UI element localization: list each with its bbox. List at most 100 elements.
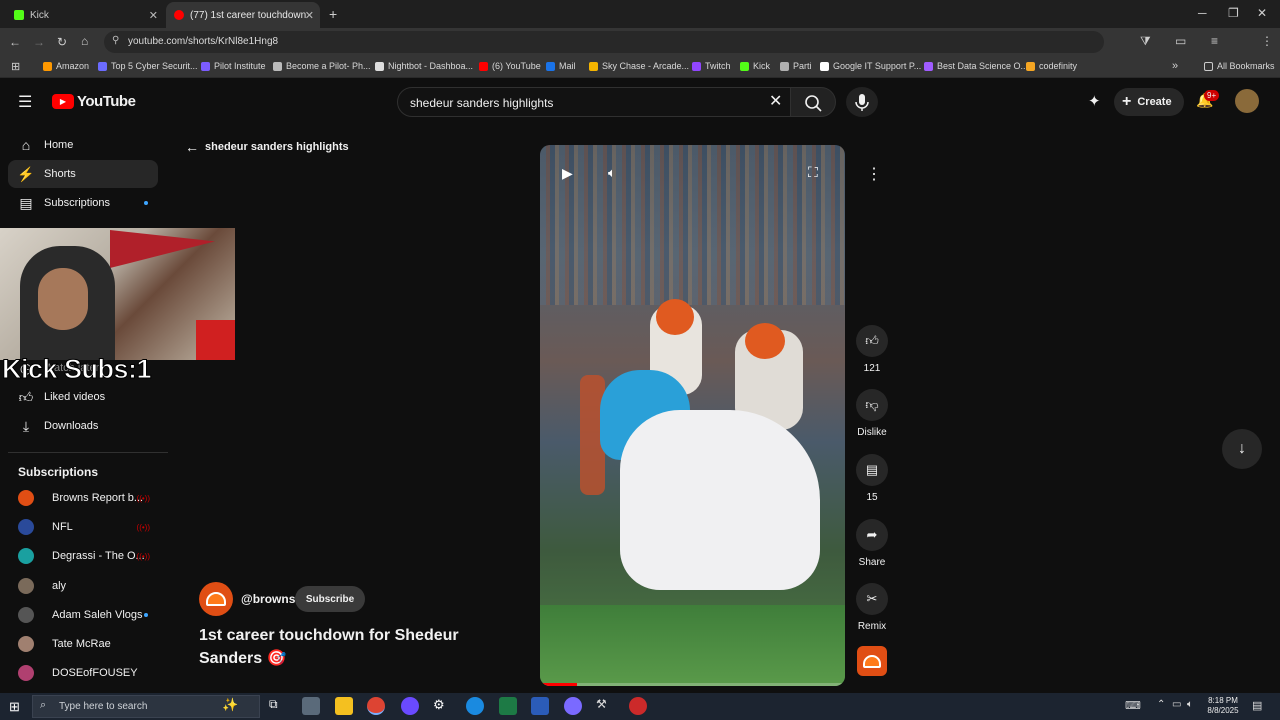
share-button[interactable]: ➦ Share: [856, 519, 888, 568]
notifications-center-icon[interactable]: ▤: [1252, 699, 1262, 712]
progress-track[interactable]: [540, 683, 845, 686]
back-icon[interactable]: ←: [9, 35, 21, 49]
task-view-icon[interactable]: ⧉: [269, 697, 287, 715]
bookmark-item[interactable]: Amazon: [43, 61, 89, 71]
hamburger-menu-icon[interactable]: ☰: [18, 92, 32, 112]
bookmark-item[interactable]: Twitch: [692, 61, 731, 71]
sidebar-item-liked-videos[interactable]: 👍︎ Liked videos: [8, 383, 158, 411]
tab-youtube[interactable]: (77) 1st career touchdown for S ✕: [166, 2, 320, 28]
forward-icon[interactable]: →: [33, 35, 45, 49]
volume-icon[interactable]: 🔈︎: [608, 165, 616, 181]
sidebar-item-subscriptions[interactable]: ▤ Subscriptions: [8, 189, 158, 217]
bookmark-item[interactable]: Google IT Support P...: [820, 61, 921, 71]
close-tab-icon[interactable]: ✕: [305, 9, 314, 22]
address-bar[interactable]: ⚲ youtube.com/shorts/KrNl8e1Hng8: [104, 31, 1104, 53]
subscription-item[interactable]: Adam Saleh Vlogs: [8, 602, 158, 628]
subscription-item[interactable]: DOSEofFOUSEY: [8, 660, 158, 686]
notification-count-badge: 9+: [1204, 90, 1220, 101]
shorts-video-player[interactable]: ▶ 🔈︎ ⛶: [540, 145, 845, 686]
site-info-icon[interactable]: ⚲: [112, 35, 119, 46]
minimize-icon[interactable]: ─: [1198, 6, 1207, 20]
arrow-down-icon: ↓: [1238, 440, 1246, 457]
youtube-play-logo-icon: ▶: [52, 94, 74, 109]
video-title: 1st career touchdown for Shedeur Sanders…: [199, 627, 459, 667]
clear-search-icon[interactable]: ✕: [769, 91, 782, 111]
extensions-puzzle-icon[interactable]: ⧩: [1140, 34, 1151, 49]
play-icon[interactable]: ▶: [562, 165, 573, 182]
obs-icon[interactable]: [401, 697, 419, 715]
media-controls-icon[interactable]: ≡: [1211, 34, 1218, 48]
bookmark-item[interactable]: Become a Pilot- Ph...: [273, 61, 371, 71]
windows-start-icon[interactable]: ⊞: [9, 699, 20, 715]
all-bookmarks-button[interactable]: All Bookmarks: [1204, 61, 1275, 71]
crowd-background: [540, 145, 845, 305]
more-menu-icon[interactable]: ⋮: [1261, 34, 1273, 48]
word-icon[interactable]: [531, 697, 549, 715]
like-button[interactable]: 👍︎ 121: [856, 325, 888, 374]
new-tab-icon[interactable]: +: [329, 6, 337, 22]
account-avatar[interactable]: [1235, 89, 1259, 113]
bookmark-item[interactable]: Pilot Institute: [201, 61, 266, 71]
bookmark-item[interactable]: Kick: [740, 61, 770, 71]
audio-source-thumbnail[interactable]: [857, 646, 887, 676]
next-video-button[interactable]: ↓: [1222, 429, 1262, 469]
volume-tray-icon[interactable]: 🔈︎: [1187, 699, 1193, 710]
channel-handle[interactable]: @browns: [241, 592, 295, 606]
bookmark-item[interactable]: Nightbot - Dashboa...: [375, 61, 473, 71]
gemini-sparkle-icon[interactable]: ✦: [1088, 92, 1101, 110]
side-panel-icon[interactable]: ▭: [1175, 34, 1186, 48]
bookmark-item[interactable]: Parti: [780, 61, 812, 71]
voice-search-button[interactable]: [846, 87, 878, 117]
search-input[interactable]: shedeur sanders highlights: [397, 87, 797, 117]
taskbar-app-icon[interactable]: [466, 697, 484, 715]
taskbar-app-icon[interactable]: [302, 697, 320, 715]
comments-button[interactable]: ▤ 15: [856, 454, 888, 503]
channel-avatar[interactable]: [199, 582, 233, 616]
apps-grid-icon[interactable]: ⊞: [11, 60, 20, 73]
restore-icon[interactable]: ❐: [1228, 6, 1239, 20]
sidebar-item-shorts[interactable]: ⚡ Shorts: [8, 160, 158, 188]
close-tab-icon[interactable]: ✕: [149, 9, 158, 22]
file-explorer-icon[interactable]: [335, 697, 353, 715]
keyboard-icon[interactable]: ⌨: [1125, 699, 1141, 712]
chrome-icon[interactable]: [367, 697, 385, 715]
bookmark-item[interactable]: Sky Chase - Arcade...: [589, 61, 689, 71]
search-button[interactable]: [790, 87, 836, 117]
more-bookmarks-icon[interactable]: »: [1172, 60, 1178, 72]
tab-kick[interactable]: Kick ✕: [6, 2, 164, 28]
settings-gear-icon[interactable]: ⚙: [433, 697, 451, 715]
subscription-item[interactable]: aly: [8, 573, 158, 599]
fullscreen-icon[interactable]: ⛶: [808, 164, 818, 181]
bookmark-item[interactable]: Top 5 Cyber Securit...: [98, 61, 198, 71]
bookmark-item[interactable]: Best Data Science O...: [924, 61, 1028, 71]
comment-count: 15: [866, 492, 878, 503]
clock[interactable]: 8:18 PM 8/8/2025: [1205, 696, 1241, 716]
youtube-logo[interactable]: ▶ YouTube: [52, 93, 136, 110]
buckeyes-pennant: [110, 230, 215, 268]
taskbar-app-icon[interactable]: [564, 697, 582, 715]
bookmark-item[interactable]: Mail: [546, 61, 576, 71]
subscribe-button[interactable]: Subscribe: [295, 586, 365, 612]
sidebar-item-home[interactable]: ⌂ Home: [8, 131, 158, 159]
bookmark-item[interactable]: (6) YouTube: [479, 61, 541, 71]
excel-icon[interactable]: [499, 697, 517, 715]
kick-subs-overlay: Kick Subs:1: [1, 354, 152, 385]
reload-icon[interactable]: ↻: [57, 35, 67, 49]
show-hidden-icons[interactable]: ⌃: [1157, 699, 1165, 710]
dislike-button[interactable]: 👎︎ Dislike: [856, 389, 888, 438]
bookmark-item[interactable]: codefinity: [1026, 61, 1077, 71]
taskbar-app-icon[interactable]: [629, 697, 647, 715]
back-to-results-link[interactable]: ← shedeur sanders highlights: [185, 139, 349, 155]
taskbar-tool-icon[interactable]: ⚒: [596, 697, 614, 715]
close-window-icon[interactable]: ✕: [1257, 6, 1267, 20]
sidebar-item-downloads[interactable]: ⤓ Downloads: [8, 412, 158, 440]
subscription-item[interactable]: NFL ((•)): [8, 514, 158, 540]
more-options-icon[interactable]: ⋮: [866, 164, 882, 184]
subscription-item[interactable]: Degrassi - The O... ((•)): [8, 543, 158, 569]
subscription-item[interactable]: Tate McRae: [8, 631, 158, 657]
subscription-item[interactable]: Browns Report b... ((•)): [8, 485, 158, 511]
home-button-icon[interactable]: ⌂: [81, 34, 88, 48]
network-icon[interactable]: ▭: [1172, 699, 1181, 710]
create-button[interactable]: + Create: [1114, 88, 1184, 116]
remix-button[interactable]: ✂ Remix: [856, 583, 888, 632]
